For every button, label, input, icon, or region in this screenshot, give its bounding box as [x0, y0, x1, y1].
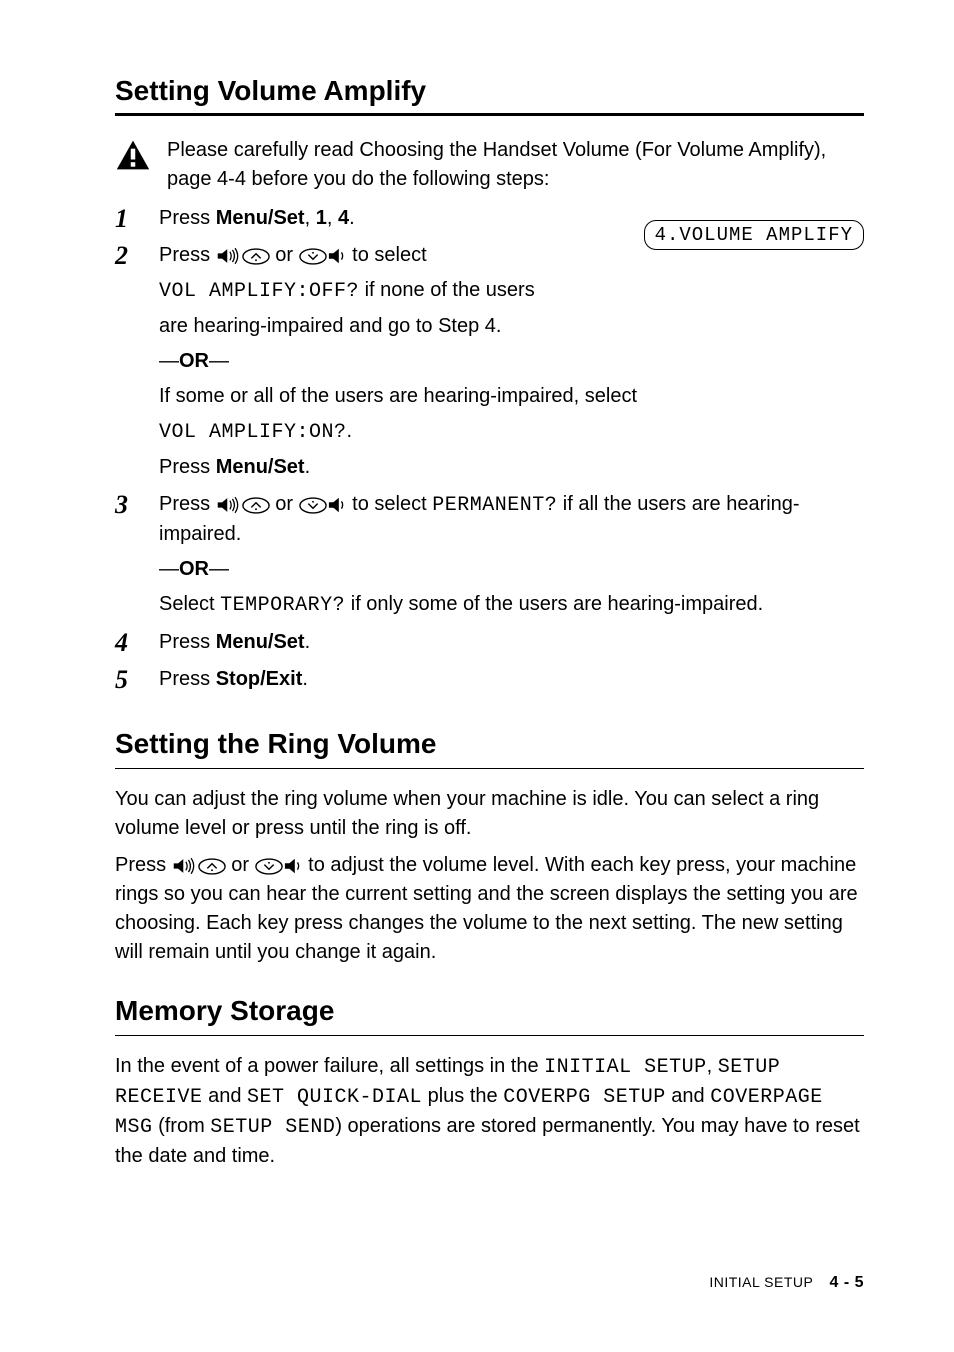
text: ,	[305, 207, 316, 229]
text: to select	[347, 493, 433, 515]
lcd-display-box: 4.VOLUME AMPLIFY	[644, 220, 864, 250]
step-2-line3: are hearing-impaired and go to Step 4.	[159, 312, 864, 341]
text: Press	[159, 631, 216, 653]
step-number: 5	[115, 665, 159, 693]
text: or	[270, 493, 299, 515]
dash: —	[209, 350, 229, 372]
ring-paragraph-1: You can adjust the ring volume when your…	[115, 785, 864, 843]
step-3-line1: Press or to select PERMANENT? if all the…	[159, 490, 864, 549]
text: to select	[347, 244, 427, 266]
step-2-cond-line: If some or all of the users are hearing-…	[159, 382, 864, 411]
text: if only some of the users are hearing-im…	[345, 593, 763, 615]
dash: —	[159, 558, 179, 580]
down-button-icon	[255, 858, 283, 875]
text: Press	[115, 854, 172, 876]
text: or	[226, 854, 255, 876]
ring-paragraph-2: Press or to adjust the volume level. Wit…	[115, 851, 864, 967]
text: .	[305, 631, 311, 653]
key-4: 4	[338, 207, 349, 229]
text: .	[347, 420, 353, 442]
key-menu-set: Menu/Set	[216, 456, 305, 478]
text: Press	[159, 244, 216, 266]
step-number: 1	[115, 204, 159, 232]
memory-paragraph: In the event of a power failure, all set…	[115, 1052, 864, 1171]
lcd-text: 4.VOLUME AMPLIFY	[655, 224, 853, 246]
dash: —	[209, 558, 229, 580]
warning-text: Please carefully read Choosing the Hands…	[167, 136, 864, 194]
key-1: 1	[316, 207, 327, 229]
step-2-line2: VOL AMPLIFY:OFF? if none of the users	[159, 276, 864, 306]
or-label: OR	[179, 558, 209, 580]
text: Press	[159, 456, 216, 478]
step-4-text: Press Menu/Set.	[159, 628, 864, 657]
step-5-text: Press Stop/Exit.	[159, 665, 864, 694]
up-button-icon	[198, 858, 226, 875]
text: and	[666, 1085, 710, 1107]
heading-rule	[115, 1035, 864, 1036]
speaker-high-icon	[216, 496, 242, 514]
step-2-press-menu: Press Menu/Set.	[159, 453, 864, 482]
code-text: TEMPORARY?	[220, 594, 345, 617]
code-text: COVERPG SETUP	[503, 1086, 666, 1109]
heading-rule	[115, 768, 864, 769]
or-label: OR	[179, 350, 209, 372]
text: if none of the users	[359, 279, 535, 301]
key-menu-set: Menu/Set	[216, 207, 305, 229]
code-text: SET QUICK-DIAL	[247, 1086, 422, 1109]
speaker-low-icon	[327, 496, 347, 514]
heading-memory-storage: Memory Storage	[115, 995, 864, 1027]
text: (from	[153, 1115, 211, 1137]
footer-page-number: 4 - 5	[829, 1274, 864, 1291]
step-5: 5 Press Stop/Exit.	[115, 665, 864, 700]
warning-icon	[115, 138, 151, 172]
step-2-cond-code: VOL AMPLIFY:ON?.	[159, 417, 864, 447]
text: .	[349, 207, 355, 229]
code-text: VOL AMPLIFY:ON?	[159, 421, 347, 444]
heading-rule	[115, 113, 864, 116]
page-footer: INITIAL SETUP 4 - 5	[709, 1274, 864, 1292]
step-number: 2	[115, 241, 159, 269]
heading-setting-ring-volume: Setting the Ring Volume	[115, 728, 864, 760]
text: ,	[707, 1055, 718, 1077]
up-button-icon	[242, 248, 270, 265]
step-3-or: —OR—	[159, 555, 864, 584]
text: .	[302, 668, 308, 690]
dash: —	[159, 350, 179, 372]
speaker-high-icon	[172, 857, 198, 875]
up-button-icon	[242, 497, 270, 514]
heading-setting-volume-amplify: Setting Volume Amplify	[115, 75, 864, 107]
step-3: 3 Press or to select PERMANENT? if all t…	[115, 490, 864, 626]
text: Press	[159, 493, 216, 515]
text: or	[270, 244, 299, 266]
text: and	[203, 1085, 247, 1107]
footer-section: INITIAL SETUP	[709, 1274, 813, 1290]
down-button-icon	[299, 497, 327, 514]
text: In the event of a power failure, all set…	[115, 1055, 544, 1077]
speaker-low-icon	[283, 857, 303, 875]
key-stop-exit: Stop/Exit	[216, 668, 303, 690]
step-number: 4	[115, 628, 159, 656]
text: Select	[159, 593, 220, 615]
step-4: 4 Press Menu/Set.	[115, 628, 864, 663]
code-text: INITIAL SETUP	[544, 1056, 707, 1079]
step-2: 2 Press or to select VOL AMPLIFY:OFF? if…	[115, 241, 864, 488]
key-menu-set: Menu/Set	[216, 631, 305, 653]
text: ,	[327, 207, 338, 229]
code-text: VOL AMPLIFY:OFF?	[159, 280, 359, 303]
down-button-icon	[299, 248, 327, 265]
code-text: PERMANENT?	[432, 494, 557, 517]
speaker-high-icon	[216, 247, 242, 265]
step-number: 3	[115, 490, 159, 518]
speaker-low-icon	[327, 247, 347, 265]
text: Press	[159, 207, 216, 229]
step-2-or: —OR—	[159, 347, 864, 376]
text: .	[305, 456, 311, 478]
warning-row: Please carefully read Choosing the Hands…	[115, 136, 864, 194]
code-text: SETUP SEND	[210, 1116, 335, 1139]
text: plus the	[422, 1085, 503, 1107]
step-3-temp: Select TEMPORARY? if only some of the us…	[159, 590, 864, 620]
text: Press	[159, 668, 216, 690]
